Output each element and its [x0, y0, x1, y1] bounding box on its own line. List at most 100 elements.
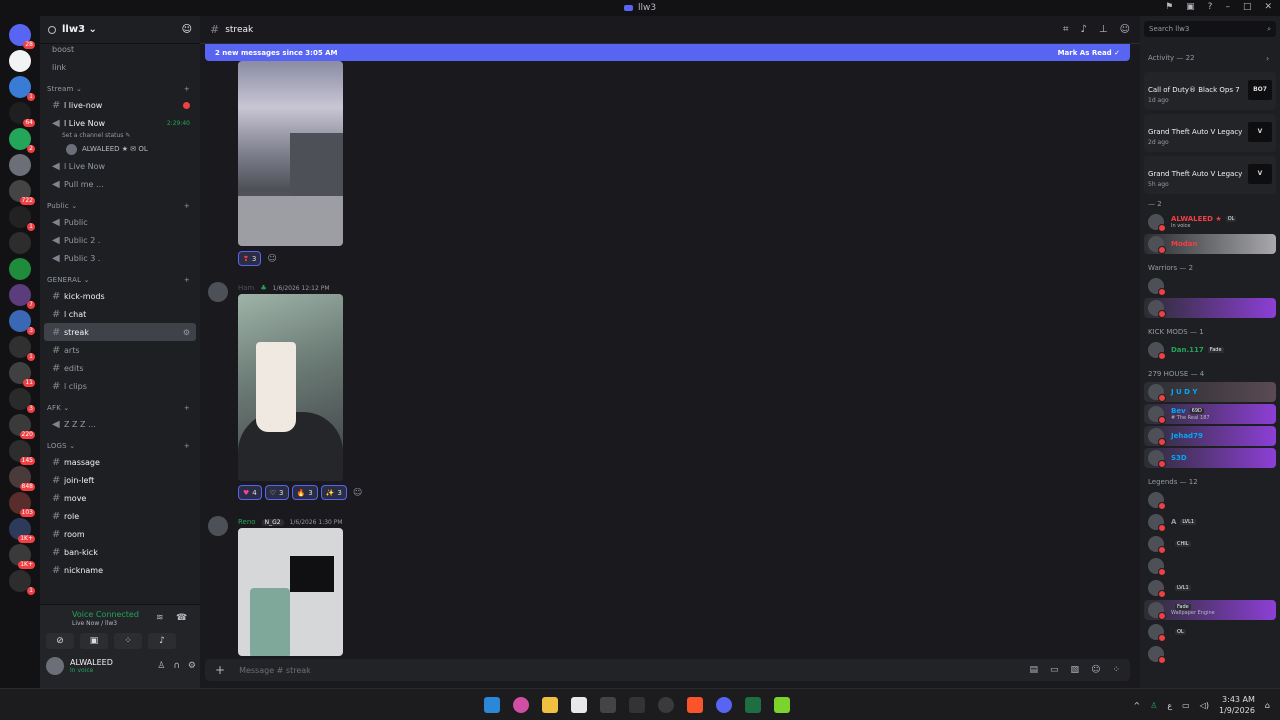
voice-channel-live-now-2[interactable]: ◀ l Live Now	[44, 157, 196, 175]
server-icon[interactable]: 28	[9, 24, 35, 49]
voice-channel-public-3[interactable]: ◀ Public 3 .	[44, 249, 196, 267]
server-icon[interactable]: 2	[9, 128, 35, 153]
activity-card[interactable]: Grand Theft Auto V Legacy 5h ago V	[1144, 156, 1276, 194]
voice-user[interactable]: ALWALEED ★ ✉ OL	[40, 141, 200, 157]
chatgpt-icon[interactable]	[658, 697, 674, 713]
voice-channel-pull-me[interactable]: ◀ Pull me ...	[44, 175, 196, 193]
server-icon[interactable]: 1	[9, 570, 35, 595]
server-icon[interactable]	[9, 258, 31, 280]
server-icon[interactable]: 1K+	[9, 544, 35, 569]
voice-connected-label[interactable]: Voice Connected	[72, 610, 139, 619]
reaction[interactable]: ✨ 3	[320, 485, 347, 500]
notification-bell-icon[interactable]: ⌂	[1265, 701, 1270, 710]
add-reaction-icon[interactable]: ☺	[353, 488, 362, 498]
channel-streak[interactable]: # streak ⚙	[44, 323, 196, 341]
channel-live-now[interactable]: # l live-now	[44, 96, 196, 114]
message-image[interactable]	[238, 294, 343, 481]
activities-button[interactable]: ⁘	[114, 633, 142, 649]
member-item[interactable]: A LVL1	[1144, 512, 1276, 532]
inbox-icon[interactable]: ▣	[1186, 2, 1195, 12]
noise-suppression-icon[interactable]: ≋	[156, 613, 164, 623]
member-list-icon[interactable]: ☺	[1120, 24, 1130, 35]
channel-role[interactable]: # role	[44, 507, 196, 525]
screen-share-button[interactable]: ▣	[80, 633, 108, 649]
user-panel[interactable]: ALWALEED In voice ♙ ∩ ⚙	[46, 657, 196, 675]
message-image[interactable]	[238, 528, 343, 656]
activity-card[interactable]: Call of Duty® Black Ops 7 1d ago BO7	[1144, 72, 1276, 110]
gif-icon[interactable]: ▭	[1050, 665, 1059, 675]
member-item[interactable]: LVL1	[1144, 578, 1276, 598]
member-item[interactable]: Modan	[1144, 234, 1276, 254]
composer-placeholder[interactable]: Message # streak	[239, 666, 311, 675]
voice-channel-live-now[interactable]: ◀ l Live Now 2:29:40	[44, 114, 196, 132]
chevron-up-icon[interactable]: ^	[1133, 701, 1140, 710]
channel-edits[interactable]: # edits	[44, 359, 196, 377]
minimize-button[interactable]: –	[1225, 2, 1230, 12]
server-icon[interactable]: 145	[9, 440, 35, 465]
notepad-icon[interactable]	[571, 697, 587, 713]
member-item[interactable]: Jehad79	[1144, 426, 1276, 446]
member-item[interactable]: J U D Y	[1144, 382, 1276, 402]
soundboard-button[interactable]: ♪	[148, 633, 176, 649]
volume-icon[interactable]: ◁)	[1200, 701, 1209, 710]
voice-channel-public-2[interactable]: ◀ Public 2 .	[44, 231, 196, 249]
mark-as-read-button[interactable]: Mark As Read ✓	[1058, 49, 1120, 57]
channel-chat[interactable]: # l chat	[44, 305, 196, 323]
add-channel-icon[interactable]: +	[184, 202, 190, 210]
settings-gear-icon[interactable]: ⚙	[183, 328, 190, 337]
store-icon[interactable]	[600, 697, 616, 713]
channel-ban-kick[interactable]: # ban-kick	[44, 543, 196, 561]
category-afk[interactable]: AFK ⌄ +	[40, 395, 200, 415]
calculator-icon[interactable]	[629, 697, 645, 713]
excel-icon[interactable]	[745, 697, 761, 713]
member-item[interactable]: Fade Wallpaper Engine	[1144, 600, 1276, 620]
channel-join-left[interactable]: # join-left	[44, 471, 196, 489]
new-messages-bar[interactable]: 2 new messages since 3:05 AM Mark As Rea…	[205, 44, 1130, 61]
activity-section-title[interactable]: Activity — 22 ›	[1148, 54, 1269, 63]
avatar[interactable]	[208, 282, 228, 302]
camera-button[interactable]: ⊘	[46, 633, 74, 649]
server-icon[interactable]	[9, 232, 31, 254]
pin-icon[interactable]: ⊥	[1099, 24, 1108, 35]
server-icon[interactable]: 64	[9, 102, 35, 127]
channel-massage[interactable]: # massage	[44, 453, 196, 471]
member-item[interactable]	[1144, 556, 1276, 576]
add-channel-icon[interactable]: +	[184, 442, 190, 450]
headphones-icon[interactable]: ∩	[173, 661, 180, 671]
category-logs[interactable]: LOGS ⌄ +	[40, 433, 200, 453]
channel-room[interactable]: # room	[44, 525, 196, 543]
game-launcher-icon[interactable]	[774, 697, 790, 713]
add-channel-icon[interactable]: +	[184, 85, 190, 93]
language-indicator[interactable]: ع	[1167, 701, 1172, 710]
server-icon[interactable]	[9, 50, 31, 72]
message-image[interactable]	[238, 61, 343, 246]
voice-channel-public[interactable]: ◀ Public	[44, 213, 196, 231]
member-item[interactable]: CHIL	[1144, 534, 1276, 554]
clock[interactable]: 3:43 AM 1/9/2026	[1219, 694, 1255, 716]
chevron-right-icon[interactable]: ›	[1266, 54, 1269, 63]
server-icon[interactable]: 1	[9, 76, 35, 101]
server-icon[interactable]: 848	[9, 466, 35, 491]
member-item[interactable]	[1144, 490, 1276, 510]
server-icon[interactable]: 3	[9, 388, 35, 413]
notification-bell-icon[interactable]: ♪	[1080, 24, 1086, 35]
reaction[interactable]: ❣ 3	[238, 251, 262, 266]
inbox-flag-icon[interactable]: ⚑	[1165, 2, 1173, 12]
settings-gear-icon[interactable]: ⚙	[188, 661, 196, 671]
server-icon[interactable]: 11	[9, 362, 35, 387]
member-item[interactable]: ALWALEED ★ OL In voice	[1144, 212, 1276, 232]
server-icon[interactable]: 722	[9, 180, 35, 205]
member-item[interactable]: Bev 69D # The Real 187	[1144, 404, 1276, 424]
attach-plus-icon[interactable]: +	[215, 663, 225, 677]
message-composer[interactable]: + Message # streak ▤ ▭ ▧ ☺ ⁘	[205, 659, 1130, 681]
emoji-icon[interactable]: ☺	[1091, 665, 1100, 675]
sticker-icon[interactable]: ▧	[1071, 665, 1080, 675]
server-icon[interactable]: 1	[9, 206, 35, 231]
server-icon[interactable]: 103	[9, 492, 35, 517]
maximize-button[interactable]: □	[1243, 2, 1252, 12]
server-icon[interactable]: 1	[9, 336, 35, 361]
member-item[interactable]	[1144, 276, 1276, 296]
reaction[interactable]: 🔥 3	[291, 485, 318, 500]
message-author[interactable]: Reno	[238, 518, 256, 526]
server-icon[interactable]: 3	[9, 310, 35, 335]
